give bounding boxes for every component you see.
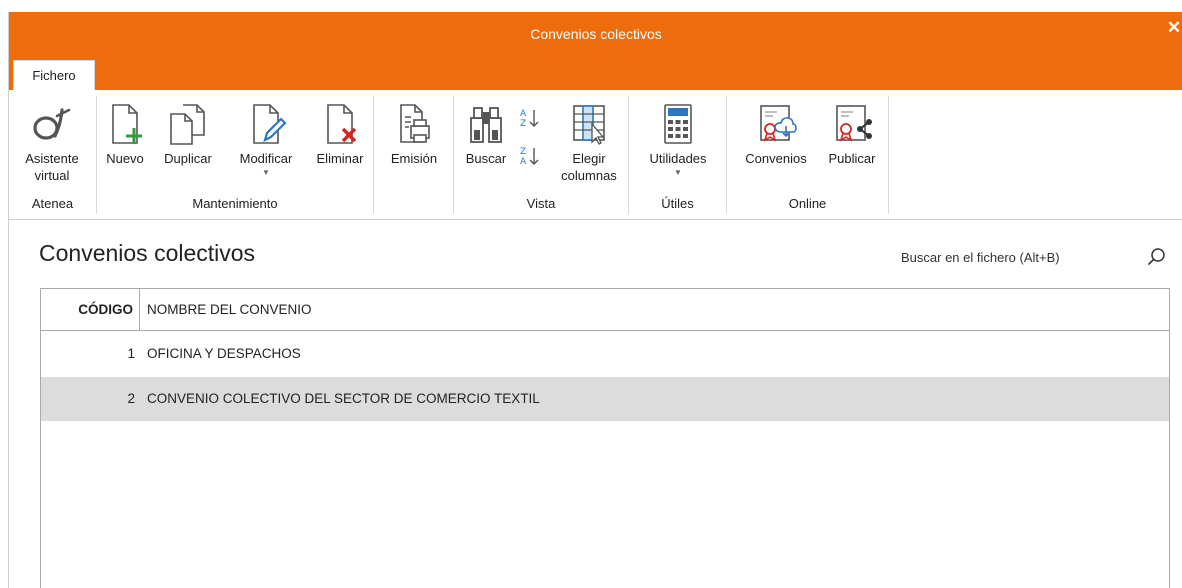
svg-text:Z: Z (520, 119, 526, 129)
group-vista: Buscar A Z Z A Elegir columnas Vista (454, 96, 629, 214)
publicar-button[interactable]: Publicar (821, 96, 883, 167)
ribbon-toolbar: Asistente virtual Atenea Nuevo Duplicar … (9, 90, 1182, 220)
modificar-button[interactable]: Modificar ▼ (227, 96, 305, 179)
asistente-virtual-label: Asistente virtual (25, 151, 79, 183)
table-row-selected[interactable]: 2 CONVENIO COLECTIVO DEL SECTOR DE COMER… (41, 377, 1169, 421)
page-title: Convenios colectivos (39, 240, 256, 266)
table-row[interactable]: 1 OFICINA Y DESPACHOS (41, 332, 1169, 376)
search-box (899, 244, 1177, 270)
download-convenio-icon (760, 105, 797, 142)
duplicate-icon (170, 104, 205, 145)
delete-document-icon (327, 104, 357, 144)
svg-text:Z: Z (520, 147, 526, 157)
sort-icon: A Z Z A (520, 109, 539, 167)
column-header-nombre[interactable]: NOMBRE DEL CONVENIO (147, 289, 312, 331)
emision-button[interactable]: Emisión (382, 96, 446, 167)
window-title: Convenios colectivos (530, 26, 662, 42)
svg-text:A: A (520, 109, 527, 119)
title-bar: Convenios colectivos ✕ (9, 12, 1182, 58)
group-atenea: Asistente virtual Atenea (9, 96, 97, 214)
nuevo-label: Nuevo (106, 151, 144, 166)
elegir-columnas-label: Elegir columnas (561, 151, 617, 183)
calculator-icon (664, 104, 692, 144)
column-header-codigo[interactable]: CÓDIGO (41, 289, 140, 331)
search-icon[interactable] (1147, 247, 1167, 267)
chevron-down-icon[interactable]: ▼ (227, 167, 305, 179)
utilidades-button[interactable]: Utilidades ▼ (635, 96, 721, 179)
duplicar-label: Duplicar (164, 151, 212, 166)
convenios-label: Convenios (745, 151, 807, 166)
columns-icon (573, 105, 605, 145)
ribbon-tabs: Fichero (9, 58, 1182, 90)
share-icon (836, 105, 872, 142)
group-label-utiles: Útiles (661, 196, 694, 211)
print-icon (400, 104, 430, 143)
emision-label: Emisión (390, 151, 438, 166)
eliminar-label: Eliminar (316, 151, 364, 166)
edit-document-icon (253, 104, 287, 144)
convenios-table: CÓDIGO NOMBRE DEL CONVENIO 1 OFICINA Y D… (40, 288, 1170, 588)
cell-codigo: 1 (127, 346, 135, 361)
sort-button[interactable]: A Z Z A (516, 96, 544, 168)
nuevo-button[interactable]: Nuevo (101, 96, 149, 167)
new-document-icon (112, 104, 142, 144)
convenios-button[interactable]: Convenios (735, 96, 817, 167)
group-mantenimiento: Nuevo Duplicar Modificar ▼ Eliminar Mant… (97, 96, 374, 214)
group-label-vista: Vista (526, 196, 556, 211)
buscar-label: Buscar (465, 151, 507, 166)
app-window: Convenios colectivos ✕ Fichero Asistente… (8, 12, 1182, 588)
binoculars-icon (470, 107, 502, 143)
group-label-online: Online (788, 196, 827, 211)
duplicar-button[interactable]: Duplicar (153, 96, 223, 167)
group-utiles: Utilidades ▼ Útiles (629, 96, 727, 214)
group-label-atenea: Atenea (31, 196, 74, 211)
atenea-icon (33, 108, 71, 140)
cell-codigo: 2 (127, 391, 135, 406)
group-emision: Emisión (374, 96, 454, 214)
elegir-columnas-button[interactable]: Elegir columnas (554, 96, 624, 184)
eliminar-button[interactable]: Eliminar (309, 96, 371, 167)
publicar-label: Publicar (828, 151, 876, 166)
group-online: Convenios Publicar Online (727, 96, 889, 214)
group-label-mantenimiento: Mantenimiento (192, 196, 278, 211)
table-header: CÓDIGO NOMBRE DEL CONVENIO (41, 289, 1169, 331)
svg-text:A: A (520, 157, 527, 167)
buscar-button[interactable]: Buscar (462, 96, 510, 167)
modificar-label: Modificar (239, 151, 293, 166)
search-input[interactable] (899, 244, 1139, 270)
cell-nombre: CONVENIO COLECTIVO DEL SECTOR DE COMERCI… (147, 391, 540, 406)
utilidades-label: Utilidades (649, 151, 707, 166)
asistente-virtual-button[interactable]: Asistente virtual (11, 96, 93, 184)
cell-nombre: OFICINA Y DESPACHOS (147, 346, 301, 361)
close-icon[interactable]: ✕ (1165, 18, 1182, 38)
chevron-down-icon[interactable]: ▼ (635, 167, 721, 179)
tab-fichero[interactable]: Fichero (13, 60, 95, 90)
